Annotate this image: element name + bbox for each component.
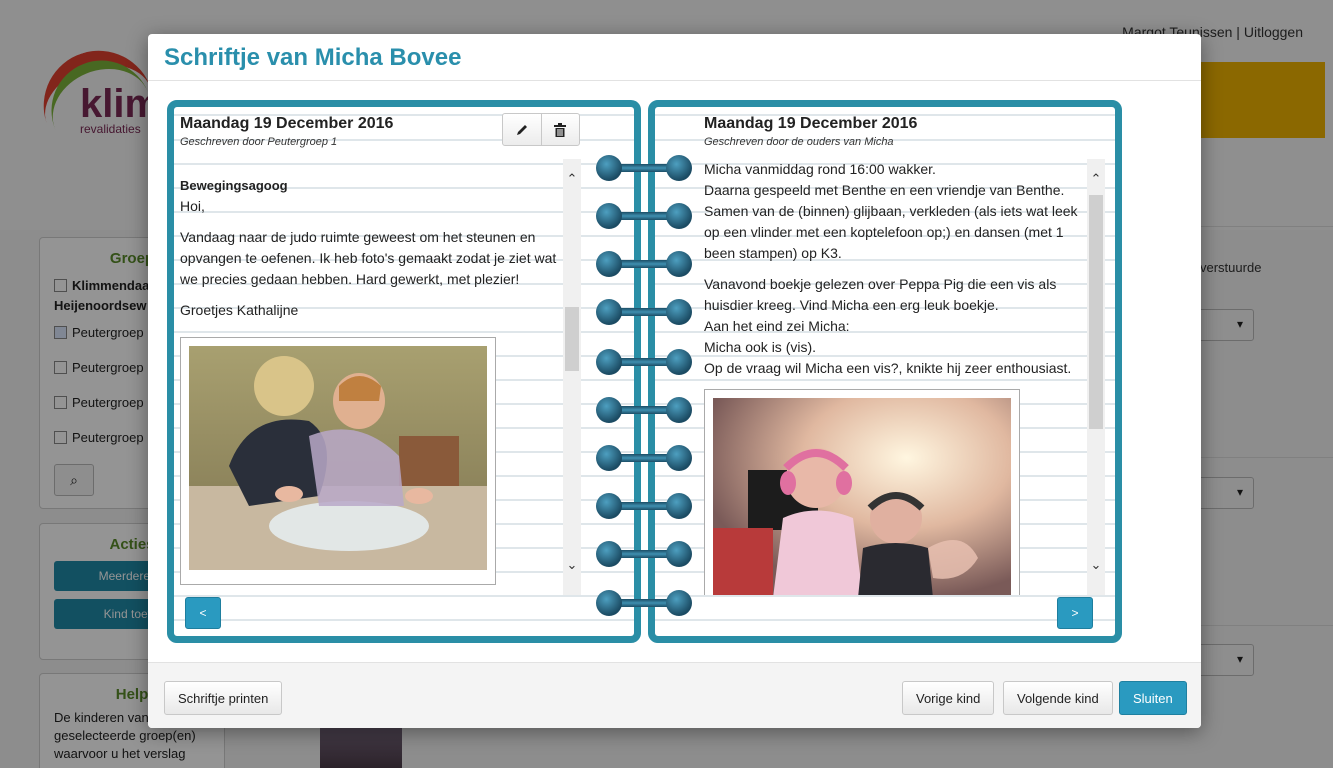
spiral-ring [596,349,692,375]
spiral-ring [596,493,692,519]
spiral-ring [596,203,692,229]
spiral-ring [596,251,692,277]
spiral-ring [596,299,692,325]
entry-header: Maandag 19 December 2016 Geschreven door… [704,115,917,148]
entry-toolbar [502,113,580,146]
entry-paragraph: Vanavond boekje gelezen over Peppa Pig d… [704,276,1072,376]
right-scrollbar[interactable]: ⌃ ⌄ [1087,159,1105,595]
entry-photo[interactable] [180,337,496,585]
spiral-ring [596,155,692,181]
chevron-up-icon[interactable]: ⌃ [1087,171,1105,189]
entry-author: Geschreven door de ouders van Micha [704,136,894,148]
next-page-button[interactable]: > [1057,597,1093,629]
spiral-ring [596,445,692,471]
previous-child-button[interactable]: Vorige kind [902,681,995,715]
entry-header: Maandag 19 December 2016 Geschreven door… [180,115,393,148]
scroll-thumb[interactable] [565,307,579,371]
entry-content: Bewegingsagoog Hoi, Vandaag naar de judo… [180,167,560,595]
entry-paragraph: Micha vanmiddag rond 16:00 wakker. Daarn… [704,161,1078,261]
previous-page-button[interactable]: < [185,597,221,629]
entry-paragraph: Vandaag naar de judo ruimte geweest om h… [180,229,557,287]
notebook-right-page: Maandag 19 December 2016 Geschreven door… [648,100,1122,643]
notebook-left-page: Maandag 19 December 2016 Geschreven door… [167,100,641,643]
spiral-ring [596,397,692,423]
entry-heading: Bewegingsagoog [180,178,288,193]
spiral-ring [596,541,692,567]
pencil-icon[interactable] [503,114,541,145]
entry-content: Micha vanmiddag rond 16:00 wakker. Daarn… [704,159,1088,595]
entry-paragraph: Groetjes Kathalijne [180,302,299,318]
title-divider [148,80,1201,81]
modal-footer: Schriftje printen Vorige kind Volgende k… [148,662,1201,728]
entry-date: Maandag 19 December 2016 [180,115,394,132]
print-notebook-button[interactable]: Schriftje printen [164,681,283,715]
chevron-down-icon[interactable]: ⌄ [563,557,581,575]
entry-author: Geschreven door Peutergroep 1 [180,136,338,148]
chevron-down-icon[interactable]: ⌄ [1087,557,1105,575]
chevron-up-icon[interactable]: ⌃ [563,171,581,189]
entry-paragraph: Hoi, [180,198,205,214]
spiral-ring [596,590,692,616]
modal-title: Schriftje van Micha Bovee [164,44,462,71]
next-child-button[interactable]: Volgende kind [1003,681,1113,715]
close-button[interactable]: Sluiten [1119,681,1187,715]
left-scrollbar[interactable]: ⌃ ⌄ [563,159,581,595]
entry-date: Maandag 19 December 2016 [704,115,918,132]
entry-photo[interactable] [704,389,1020,595]
scroll-thumb[interactable] [1089,195,1103,429]
trash-icon[interactable] [540,114,580,145]
